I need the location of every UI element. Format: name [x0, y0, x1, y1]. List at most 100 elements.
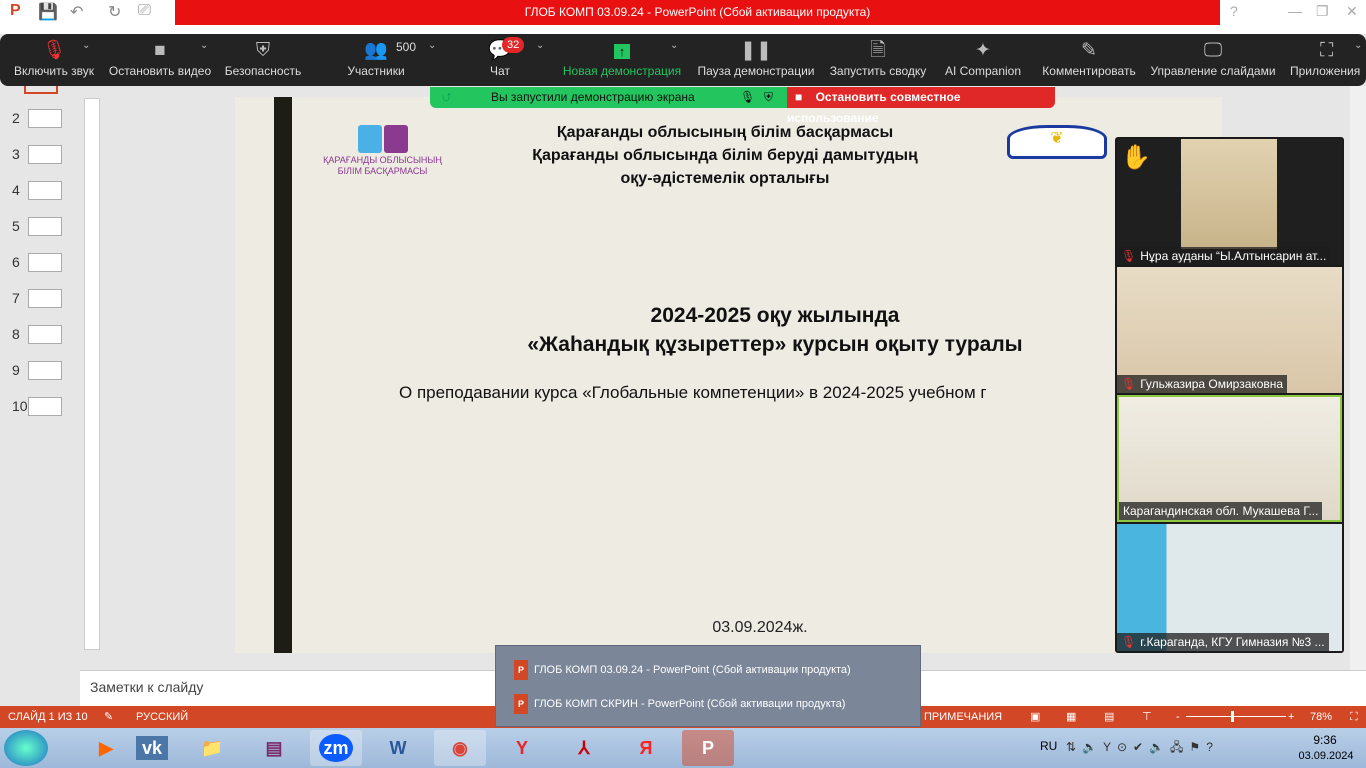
- winrar-icon[interactable]: ▤: [248, 730, 300, 766]
- thumbnail-slide-9[interactable]: 9: [6, 360, 66, 380]
- redo-icon[interactable]: ↻: [108, 2, 121, 22]
- pencil-icon: ✎: [1081, 40, 1097, 61]
- start-summary-button[interactable]: 🗎 Запустить сводку: [826, 34, 930, 86]
- stop-share-button[interactable]: ■ Остановить совместное использование: [787, 87, 1055, 125]
- participants-count: 500: [396, 40, 417, 54]
- start-button[interactable]: [4, 730, 48, 766]
- sharing-status-banner: ⮍ Вы запустили демонстрацию экрана 🎙 ⛨: [430, 87, 787, 108]
- share-screen-icon: ↑: [560, 34, 684, 64]
- save-icon[interactable]: 💾: [38, 2, 58, 22]
- slide-title: 2024-2025 оқу жылында «Жаһандық құзыретт…: [527, 304, 1023, 356]
- thumbnail-slide-6[interactable]: 6: [6, 252, 66, 272]
- normal-view-icon[interactable]: ▣: [1030, 706, 1040, 728]
- slide-counter: СЛАЙД 1 ИЗ 10: [8, 711, 88, 723]
- vk-icon[interactable]: vk: [135, 736, 169, 760]
- chevron-down-icon[interactable]: ⌄: [200, 40, 208, 51]
- slides-control-icon: 🖵: [1203, 40, 1223, 61]
- emblem-logo: ❦: [1007, 125, 1107, 159]
- thumbnail-slide-7[interactable]: 7: [6, 288, 66, 308]
- clock-time[interactable]: 9:36: [1300, 733, 1350, 747]
- taskbar-preview-menu: P ГЛОБ КОМП 03.09.24 - PowerPoint (Сбой а…: [495, 645, 921, 727]
- thumbnail-slide-4[interactable]: 4: [6, 180, 66, 200]
- chevron-down-icon[interactable]: ⌄: [1354, 40, 1362, 51]
- chevron-down-icon[interactable]: ⌄: [428, 40, 436, 51]
- zoom-slider[interactable]: [1186, 711, 1286, 722]
- zoom-out-button[interactable]: -: [1176, 706, 1180, 728]
- zoom-meeting-toolbar: 🎙 Включить звук ⌄ ■ Остановить видео ⌄ ⛨ Бе…: [0, 34, 1366, 86]
- slide-subtitle: О преподавании курса «Глобальные компете…: [399, 383, 987, 402]
- vertical-scrollbar[interactable]: [1350, 86, 1366, 670]
- language-indicator[interactable]: РУССКИЙ: [136, 706, 188, 728]
- reading-view-icon[interactable]: ▤: [1104, 706, 1114, 728]
- stop-video-button[interactable]: ■ Остановить видео: [106, 34, 214, 86]
- powerpoint-taskbar-icon[interactable]: P: [682, 730, 734, 766]
- video-tile-active-speaker[interactable]: Карагандинская обл. Мукашева Г...: [1117, 395, 1342, 522]
- yandex-icon[interactable]: Я: [620, 730, 672, 766]
- window-item[interactable]: P ГЛОБ КОМП 03.09.24 - PowerPoint (Сбой а…: [514, 660, 851, 680]
- thumbnail-slide-10[interactable]: 10: [6, 396, 66, 416]
- mic-muted-icon: 🎙: [1121, 249, 1137, 263]
- chrome-icon[interactable]: ◉: [434, 730, 486, 766]
- window-item[interactable]: P ГЛОБ КОМП СКРИН - PowerPoint (Сбой акти…: [514, 694, 845, 714]
- mic-muted-icon: 🎙: [1121, 635, 1137, 649]
- sparkle-icon: ✦: [975, 40, 991, 61]
- thumbnail-slide-2[interactable]: 2: [6, 108, 66, 128]
- video-tile[interactable]: ✋ 🎙 Нұра ауданы “Ы.Алтынсарин ат...: [1117, 139, 1342, 265]
- clock-date[interactable]: 03.09.2024: [1294, 750, 1358, 762]
- video-tile[interactable]: 🎙 Гульжазира Омирзаковна: [1117, 267, 1342, 393]
- shield-icon: ⛨: [255, 40, 271, 61]
- slide-thumbnails: 2 3 4 5 6 7 8 9 10: [0, 86, 80, 671]
- ai-companion-button[interactable]: ✦ AI Companion: [940, 34, 1026, 86]
- slide[interactable]: ҚАРАҒАНДЫ ОБЛЫСЫНЫҢ БІЛІМ БАСҚАРМАСЫ Қара…: [235, 97, 1222, 653]
- chevron-down-icon[interactable]: ⌄: [670, 40, 678, 51]
- slideshow-icon[interactable]: ⊤: [1142, 706, 1152, 728]
- mic-muted-icon: 🎙: [1121, 377, 1137, 391]
- slideshow-icon[interactable]: ⎚: [138, 2, 151, 20]
- logo: [358, 125, 408, 153]
- slide-accent-bar: [274, 97, 292, 653]
- slide-header: Қарағанды облысының білім басқармасы Қар…: [532, 124, 918, 187]
- notes-button[interactable]: ПРИМЕЧАНИЯ: [924, 706, 1002, 728]
- media-player-icon[interactable]: ▶: [80, 730, 132, 766]
- slide-date: 03.09.2024ж.: [712, 619, 808, 636]
- logo-text: ҚАРАҒАНДЫ ОБЛЫСЫНЫҢ БІЛІМ БАСҚАРМАСЫ: [323, 155, 442, 176]
- slide-control-button[interactable]: 🖵 Управление слайдами: [1148, 34, 1278, 86]
- zoom-app-icon[interactable]: zm: [319, 734, 353, 762]
- minimize-button[interactable]: —: [1288, 3, 1302, 19]
- pause-icon: ❚❚: [740, 40, 772, 61]
- thumbnail-slide-8[interactable]: 8: [6, 324, 66, 344]
- chevron-down-icon[interactable]: ⌄: [536, 40, 544, 51]
- restore-button[interactable]: ❐: [1316, 3, 1329, 20]
- thumbnail-slide-3[interactable]: 3: [6, 144, 66, 164]
- shield-icon: ⛨: [764, 90, 774, 104]
- security-button[interactable]: ⛨ Безопасность: [222, 34, 304, 86]
- explorer-icon[interactable]: 📁: [186, 730, 238, 766]
- new-share-button[interactable]: ↑ Новая демонстрация: [560, 34, 684, 86]
- video-tile[interactable]: 🎙 г.Караганда, КГУ Гимназия №3 ...: [1117, 524, 1342, 651]
- zoom-in-button[interactable]: +: [1288, 706, 1294, 728]
- acrobat-icon[interactable]: ⅄: [558, 730, 610, 766]
- annotate-button[interactable]: ✎ Комментировать: [1040, 34, 1138, 86]
- thumbnail-slide-1[interactable]: [24, 86, 58, 94]
- close-button[interactable]: ✕: [1346, 3, 1358, 20]
- share-arrow-icon: ⮍: [442, 90, 452, 104]
- zoom-level[interactable]: 78%: [1310, 706, 1332, 728]
- spellcheck-icon[interactable]: ✎: [104, 706, 113, 728]
- fit-slide-icon[interactable]: ⛶: [1350, 706, 1358, 728]
- taskbar: ▶ vk 📁 ▤ zm W ◉ Y ⅄ Я P RU ⇅🔈Y⊙✔🔉🖧⚑? 9:3…: [0, 728, 1366, 768]
- slide-sorter-icon[interactable]: ▦: [1066, 706, 1076, 728]
- help-button[interactable]: ?: [1230, 3, 1238, 19]
- powerpoint-icon: P: [10, 2, 21, 19]
- mic-muted-icon: 🎙: [740, 90, 756, 104]
- raised-hand-icon: ✋: [1121, 144, 1151, 171]
- language-indicator[interactable]: RU: [1040, 739, 1057, 753]
- word-icon[interactable]: W: [372, 730, 424, 766]
- pause-share-button[interactable]: ❚❚ Пауза демонстрации: [696, 34, 816, 86]
- tray-icons[interactable]: ⇅🔈Y⊙✔🔉🖧⚑?: [1066, 738, 1219, 759]
- yandex-browser-icon[interactable]: Y: [496, 730, 548, 766]
- chevron-down-icon[interactable]: ⌄: [82, 40, 90, 51]
- window-title: ГЛОБ КОМП 03.09.24 - PowerPoint (Сбой ак…: [175, 0, 1220, 25]
- powerpoint-icon: P: [514, 694, 528, 714]
- undo-icon[interactable]: ↶: [70, 2, 83, 22]
- thumbnail-slide-5[interactable]: 5: [6, 216, 66, 236]
